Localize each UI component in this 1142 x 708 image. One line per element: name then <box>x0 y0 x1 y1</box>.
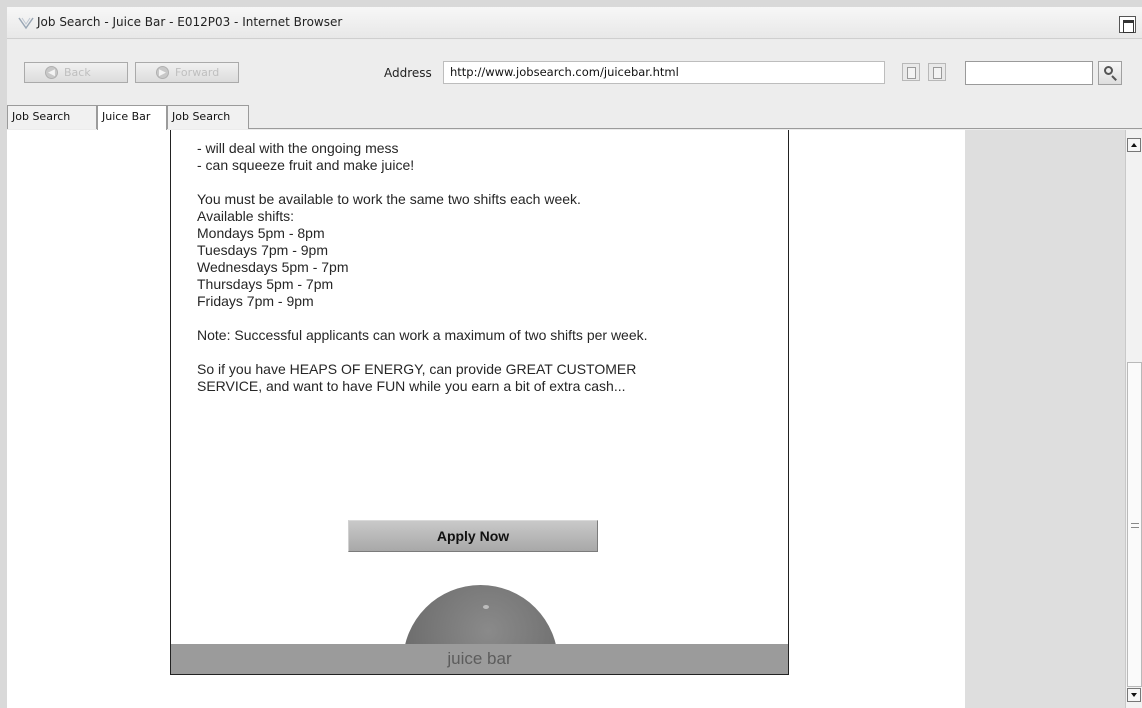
navigation-toolbar: ◀ Back ▶ Forward Address http://www.jobs… <box>7 40 1142 102</box>
page-viewport: - will deal with the ongoing mess - can … <box>7 130 1125 708</box>
back-button-label: Back <box>64 66 91 79</box>
address-label: Address <box>384 66 432 80</box>
paste-icon[interactable] <box>928 63 946 81</box>
back-arrow-icon: ◀ <box>45 66 58 79</box>
shift-line: Mondays 5pm - 8pm <box>197 225 325 241</box>
window-top-border <box>0 0 1142 7</box>
text-line: So if you have HEAPS OF ENERGY, can prov… <box>197 361 637 377</box>
scroll-up-arrow-icon[interactable] <box>1127 138 1141 152</box>
right-gutter <box>965 130 1125 708</box>
forward-arrow-icon: ▶ <box>156 66 169 79</box>
orange-shape <box>403 585 558 645</box>
orange-fruit-image <box>403 585 558 645</box>
tab-bar: Job Search Juice Bar Job Search <box>7 102 1142 130</box>
copy-icon[interactable] <box>902 63 920 81</box>
shift-line: Fridays 7pm - 9pm <box>197 293 314 309</box>
tab-job-search[interactable]: Job Search <box>7 105 97 129</box>
text-line: Available shifts: <box>197 208 295 224</box>
text-line: - will deal with the ongoing mess <box>197 140 399 156</box>
shift-line: Wednesdays 5pm - 7pm <box>197 259 349 275</box>
note-line: Note: Successful applicants can work a m… <box>197 327 648 343</box>
text-line: You must be available to work the same t… <box>197 191 581 207</box>
window-left-border <box>0 0 7 708</box>
orange-stem <box>483 605 489 609</box>
maximize-icon[interactable] <box>1119 16 1136 33</box>
search-icon-handle <box>1111 75 1117 81</box>
tab-job-search-2[interactable]: Job Search <box>167 105 249 129</box>
title-bar: Job Search - Juice Bar - E012P03 - Inter… <box>7 7 1142 39</box>
apply-now-button[interactable]: Apply Now <box>348 520 598 552</box>
tab-juice-bar[interactable]: Juice Bar <box>97 105 167 130</box>
scrollbar-thumb[interactable] <box>1127 362 1142 687</box>
search-icon <box>1104 66 1113 75</box>
text-line: SERVICE, and want to have FUN while you … <box>197 378 626 394</box>
scrollbar-grip-icon <box>1131 523 1139 528</box>
vertical-scrollbar[interactable] <box>1125 130 1142 708</box>
forward-button-label: Forward <box>175 66 220 79</box>
shift-line: Thursdays 5pm - 7pm <box>197 276 334 292</box>
browser-window: Job Search - Juice Bar - E012P03 - Inter… <box>0 0 1142 708</box>
search-button[interactable] <box>1098 61 1122 85</box>
shift-line: Tuesdays 7pm - 9pm <box>197 242 328 258</box>
search-input[interactable] <box>965 61 1093 85</box>
address-input[interactable]: http://www.jobsearch.com/juicebar.html <box>443 61 885 84</box>
forward-button[interactable]: ▶ Forward <box>135 62 239 83</box>
job-ad-card: - will deal with the ongoing mess - can … <box>170 130 789 675</box>
text-line: - can squeeze fruit and make juice! <box>197 157 415 173</box>
app-logo-icon <box>18 17 34 30</box>
scroll-down-arrow-icon[interactable] <box>1127 688 1141 702</box>
juice-bar-footer: juice bar <box>171 644 788 674</box>
job-ad-text: - will deal with the ongoing mess - can … <box>197 140 777 395</box>
back-button[interactable]: ◀ Back <box>24 62 128 83</box>
window-title: Job Search - Juice Bar - E012P03 - Inter… <box>37 15 343 29</box>
